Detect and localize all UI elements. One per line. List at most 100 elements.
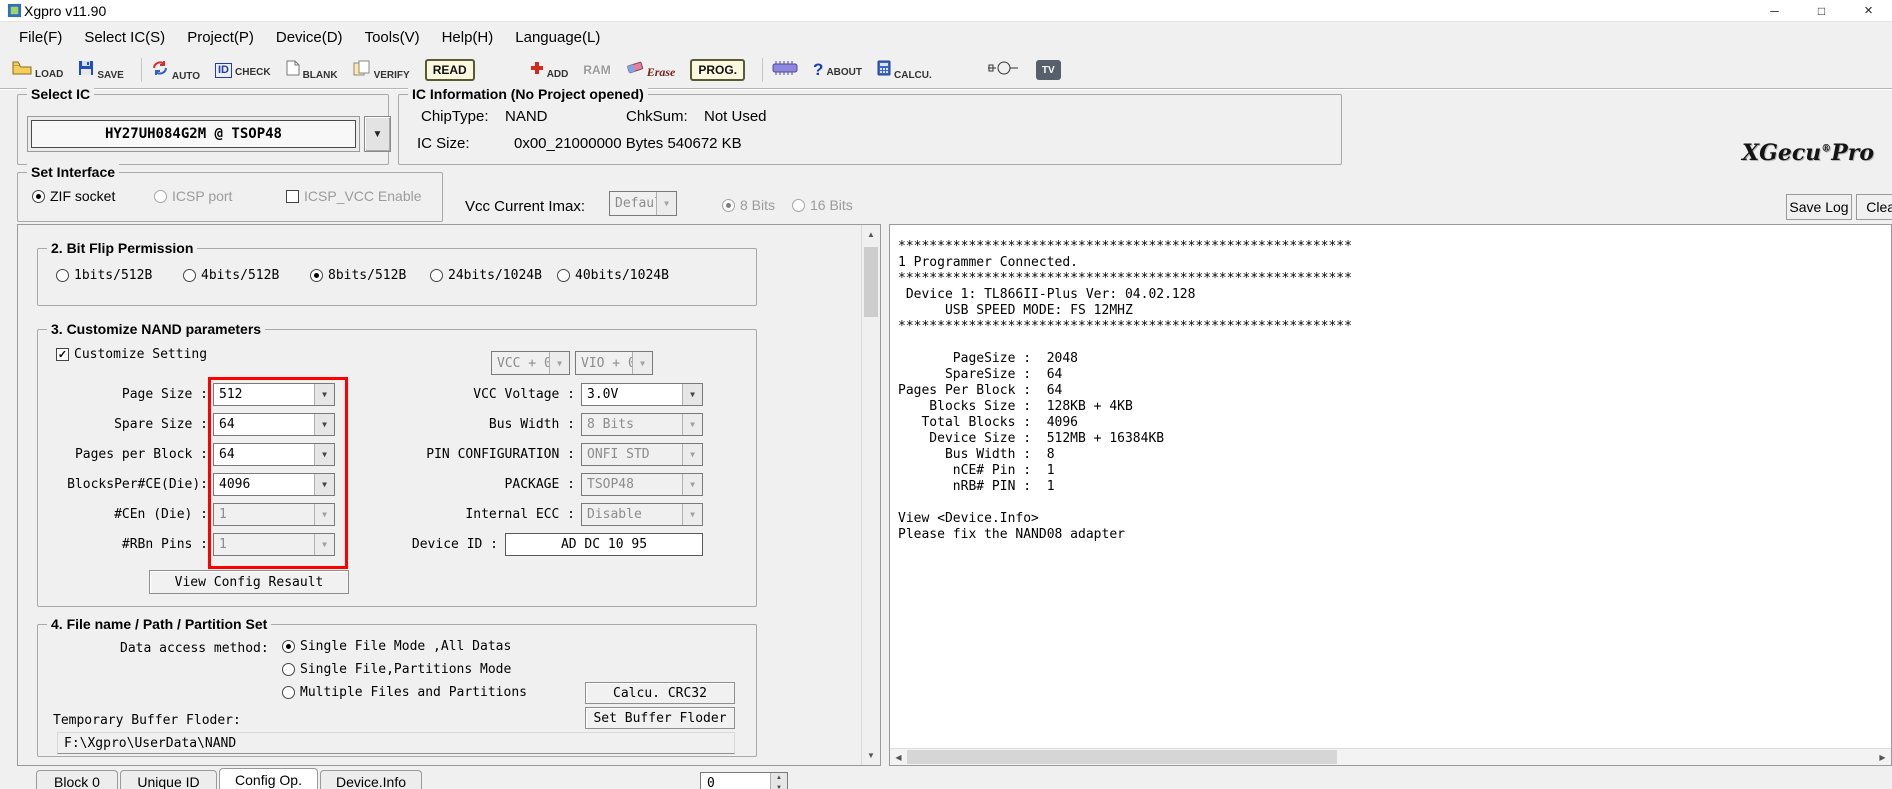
- bitflip-8bits-radio[interactable]: 8bits/512B: [310, 268, 406, 283]
- scroll-right-icon: ▶: [1879, 752, 1886, 762]
- maximize-button[interactable]: □: [1798, 0, 1845, 21]
- scroll-up-icon: ▲: [867, 230, 875, 239]
- pin-configuration-select[interactable]: ONFI STD ▼: [581, 443, 703, 466]
- customize-setting-checkbox[interactable]: ✓ Customize Setting: [56, 347, 207, 362]
- data-access-label: Data access method:: [120, 641, 269, 656]
- scroll-up-button[interactable]: ▲: [862, 225, 880, 244]
- vio-offset-select[interactable]: VIO + 0.0V ▼: [575, 351, 653, 375]
- single-file-partitions-radio[interactable]: Single File,Partitions Mode: [282, 662, 511, 677]
- temp-buffer-path-value: F:\Xgpro\UserData\NAND: [64, 735, 237, 751]
- menu-select-ic[interactable]: Select IC(S): [73, 29, 176, 46]
- toolbar-ram[interactable]: RAM: [583, 63, 610, 77]
- radio-icon: [56, 269, 69, 282]
- zif-socket-radio[interactable]: ZIF socket: [32, 188, 115, 204]
- set-buffer-folder-button[interactable]: Set Buffer Floder: [585, 707, 735, 729]
- clear-button[interactable]: Clear: [1856, 194, 1892, 220]
- menu-project[interactable]: Project(P): [176, 29, 265, 46]
- bus-width-select[interactable]: 8 Bits ▼: [581, 413, 703, 436]
- bitflip-1bits-radio[interactable]: 1bits/512B: [56, 268, 152, 283]
- toolbar-add[interactable]: ADD: [530, 61, 569, 80]
- view-config-result-button[interactable]: View Config Resault: [149, 570, 349, 594]
- scroll-down-button[interactable]: ▼: [862, 746, 880, 765]
- toolbar-pin-detect[interactable]: [987, 60, 1021, 81]
- menu-help[interactable]: Help(H): [431, 29, 505, 46]
- toolbar-read[interactable]: READ: [424, 59, 475, 81]
- xgecu-pro-logo: XGecu®Pro: [1742, 140, 1874, 166]
- scroll-left-button[interactable]: ◀: [890, 749, 907, 765]
- view-config-result-label: View Config Resault: [174, 574, 324, 590]
- selected-ic-frame: HY27UH084G2M @ TSOP48: [27, 116, 360, 152]
- chevron-down-icon: ▼: [314, 384, 334, 405]
- window-title: Xgpro v11.90: [24, 2, 107, 19]
- blocks-per-ce-select[interactable]: 4096 ▼: [213, 473, 335, 496]
- toolbar-erase-label: Erase: [646, 65, 676, 79]
- menu-tools[interactable]: Tools(V): [354, 29, 431, 46]
- close-button[interactable]: ×: [1845, 0, 1892, 21]
- toolbar-save[interactable]: SAVE: [78, 60, 124, 81]
- icsp-port-radio[interactable]: ICSP port: [154, 188, 232, 204]
- device-id-value: AD DC 10 95: [560, 537, 648, 552]
- tab-block0[interactable]: Block 0: [36, 770, 118, 789]
- multiple-files-radio[interactable]: Multiple Files and Partitions: [282, 685, 527, 700]
- single-file-mode-radio[interactable]: Single File Mode ,All Datas: [282, 639, 511, 654]
- scroll-right-button[interactable]: ▶: [1874, 749, 1891, 765]
- toolbar-erase[interactable]: Erase: [626, 60, 676, 80]
- bits16-radio[interactable]: 16 Bits: [792, 197, 853, 213]
- select-ic-dropdown-button[interactable]: ▼: [364, 116, 391, 152]
- device-count-spinner[interactable]: 0 ▲ ▼: [700, 772, 788, 789]
- bitflip-24bits-radio[interactable]: 24bits/1024B: [430, 268, 542, 283]
- save-log-button[interactable]: Save Log: [1786, 194, 1852, 220]
- vcc-current-select[interactable]: Default ▼: [609, 191, 677, 216]
- internal-ecc-select[interactable]: Disable ▼: [581, 503, 703, 526]
- toolbar-add-label: ADD: [546, 68, 569, 80]
- single-file-mode-label: Single File Mode ,All Datas: [300, 639, 512, 654]
- toolbar-verify[interactable]: VERIFY: [353, 60, 410, 81]
- auto-cycle-icon: [151, 59, 169, 82]
- toolbar-about[interactable]: ? ABOUT: [813, 61, 862, 78]
- scrollbar-thumb[interactable]: [864, 247, 878, 317]
- calc-crc32-button[interactable]: Calcu. CRC32: [585, 682, 735, 704]
- vcc-offset-select[interactable]: VCC + 0.0V ▼: [491, 351, 570, 375]
- bits16-label: 16 Bits: [810, 197, 853, 213]
- spare-size-value: 64: [219, 417, 235, 432]
- minimize-button[interactable]: ─: [1751, 0, 1798, 21]
- toolbar-auto[interactable]: AUTO: [151, 59, 200, 82]
- cen-die-select[interactable]: 1 ▼: [213, 503, 335, 526]
- selected-ic-value[interactable]: HY27UH084G2M @ TSOP48: [31, 120, 356, 148]
- toolbar-prog[interactable]: PROG.: [690, 59, 746, 81]
- bitflip-40bits-radio[interactable]: 40bits/1024B: [557, 268, 669, 283]
- spare-size-select[interactable]: 64 ▼: [213, 413, 335, 436]
- toolbar-check[interactable]: ID CHECK: [215, 62, 271, 78]
- xgpro-window: Xgpro v11.90 ─ □ × File(F) Select IC(S) …: [0, 0, 1892, 789]
- cen-die-label: #CEn (Die) :: [114, 507, 208, 522]
- tab-unique-id[interactable]: Unique ID: [120, 770, 217, 789]
- icsp-vcc-checkbox[interactable]: ICSP_VCC Enable: [286, 188, 422, 204]
- temp-buffer-path-field[interactable]: F:\Xgpro\UserData\NAND: [57, 732, 735, 754]
- logo-suffix: Pro: [1831, 140, 1875, 166]
- ic-info-caption: IC Information (No Project opened): [408, 86, 648, 102]
- menu-device[interactable]: Device(D): [265, 29, 354, 46]
- rbn-pins-value: 1: [219, 537, 227, 552]
- scroll-down-icon: ▼: [867, 751, 875, 760]
- bits8-radio[interactable]: 8 Bits: [722, 197, 775, 213]
- toolbar-load[interactable]: LOAD: [12, 60, 63, 80]
- rbn-pins-select[interactable]: 1 ▼: [213, 533, 335, 556]
- menu-file[interactable]: File(F): [8, 29, 73, 46]
- tab-device-info[interactable]: Device.Info: [320, 770, 422, 789]
- package-select[interactable]: TSOP48 ▼: [581, 473, 703, 496]
- menu-language[interactable]: Language(L): [504, 29, 611, 46]
- toolbar-blank[interactable]: BLANK: [286, 60, 338, 81]
- toolbar-blank-label: BLANK: [302, 69, 338, 81]
- tab-config-op[interactable]: Config Op.: [219, 768, 318, 789]
- spin-up-icon[interactable]: ▲: [771, 773, 787, 783]
- toolbar-socket[interactable]: [772, 60, 798, 81]
- spin-down-icon[interactable]: ▼: [771, 783, 787, 789]
- toolbar-tv[interactable]: TV: [1035, 60, 1061, 80]
- pages-per-block-select[interactable]: 64 ▼: [213, 443, 335, 466]
- page-size-select[interactable]: 512 ▼: [213, 383, 335, 406]
- toolbar-calcu[interactable]: CALCU.: [877, 60, 932, 81]
- bitflip-4bits-radio[interactable]: 4bits/512B: [183, 268, 279, 283]
- vcc-voltage-select[interactable]: 3.0V ▼: [581, 383, 703, 406]
- device-id-field[interactable]: AD DC 10 95: [505, 533, 703, 556]
- scrollbar-thumb[interactable]: [907, 750, 1337, 764]
